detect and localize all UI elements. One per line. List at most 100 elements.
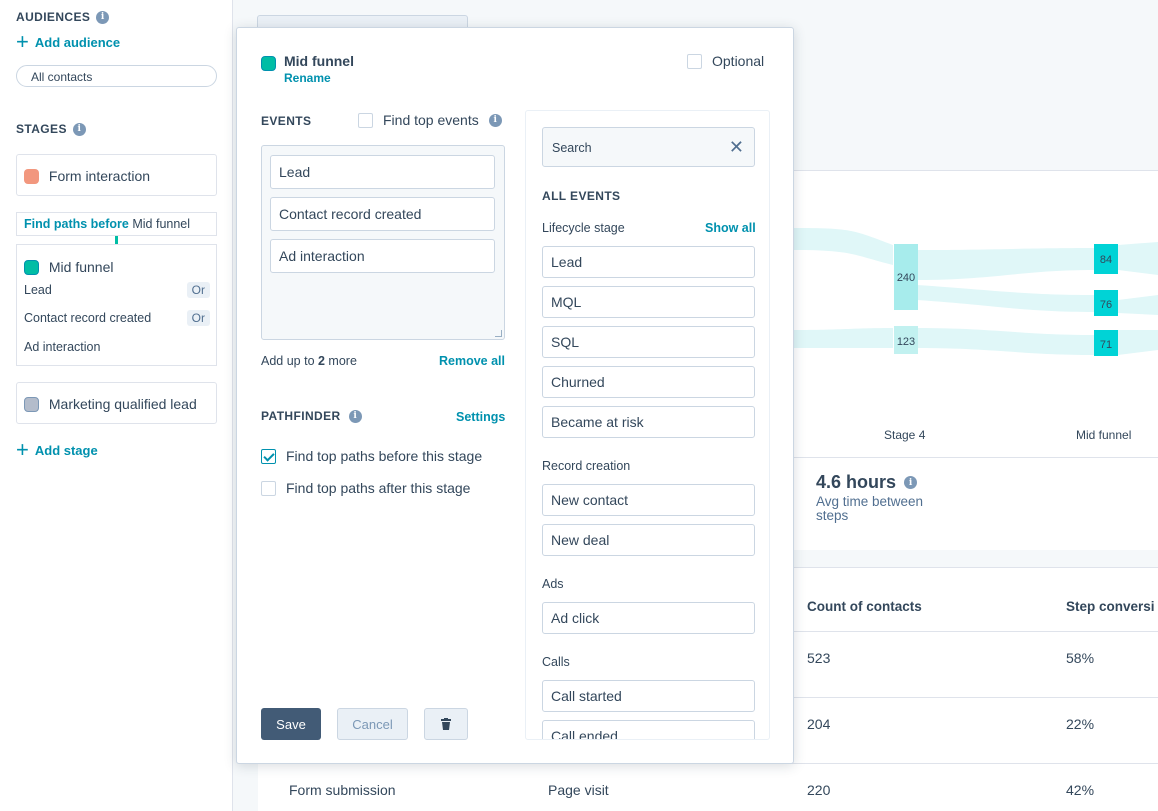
selected-event-chip[interactable]: Contact record created [270,197,495,231]
event-option[interactable]: Churned [542,366,755,398]
find-top-events-checkbox[interactable] [358,112,373,128]
table-cell-conversion: 42% [1066,782,1095,798]
optional-toggle[interactable]: Optional [687,53,764,69]
stage-connector [115,236,118,244]
flow-value-label: 123 [897,336,915,348]
event-picker-panel: Search ✕ ALL EVENTS Lifecycle stage Show… [525,110,770,740]
table-cell-count: 204 [807,716,831,732]
flow-band [793,328,893,348]
table-cell-event: Page visit [548,782,609,798]
stage-event-row: Ad interaction [24,340,210,354]
stage-event-label: Contact record created [24,311,152,325]
selected-event-chip[interactable]: Lead [270,155,495,189]
find-top-events-toggle[interactable]: Find top events i [358,112,502,128]
add-audience-label: Add audience [34,34,121,50]
add-audience-button[interactable]: + Add audience [16,31,120,53]
funnel-flow-chart: 240 123 84 76 71 [793,228,1158,356]
category-label-ads: Ads [542,577,564,591]
info-icon[interactable]: i [904,476,918,489]
or-badge: Or [186,282,210,298]
settings-link[interactable]: Settings [456,410,505,424]
flow-band [917,328,1094,355]
optional-checkbox[interactable] [687,53,702,69]
rename-link[interactable]: Rename [284,71,331,85]
save-button[interactable]: Save [261,708,321,740]
event-option[interactable]: Call started [542,680,755,712]
stages-title: STAGES i [16,122,86,136]
audiences-title-label: AUDIENCES [16,10,91,24]
path-before-toggle[interactable]: Find top paths before this stage [261,448,482,464]
plus-icon: + [16,437,29,462]
column-header-step-conversion[interactable]: Step conversi [1066,599,1155,614]
event-option[interactable]: Became at risk [542,406,755,438]
category-label-lifecycle: Lifecycle stage [542,221,625,235]
event-option[interactable]: Lead [542,246,755,278]
selected-event-chip[interactable]: Ad interaction [270,239,495,273]
close-icon[interactable]: ✕ [729,137,744,158]
flow-value-label: 76 [1100,299,1112,311]
modal-title: Mid funnel [284,53,354,69]
flow-band [917,285,1094,312]
flow-band [1118,295,1158,315]
find-paths-link[interactable]: Find paths before [24,217,129,231]
event-option[interactable]: New contact [542,484,755,516]
path-before-label: Find top paths before this stage [286,448,483,464]
path-after-toggle[interactable]: Find top paths after this stage [261,480,470,496]
show-all-link[interactable]: Show all [705,221,756,235]
stage-event-row: Contact record created Or [24,310,210,326]
stage-label: Form interaction [48,168,151,185]
info-icon[interactable]: i [96,10,110,24]
path-after-checkbox[interactable] [261,480,276,496]
stage-event-label: Lead [24,283,52,297]
cancel-button[interactable]: Cancel [337,708,408,740]
flow-band [793,228,893,265]
event-option[interactable]: New deal [542,524,755,556]
stage-card-marketing-qualified-lead[interactable]: Marketing qualified lead [16,382,217,424]
table-cell-conversion: 58% [1066,650,1095,666]
add-up-hint: Add up to 2 more [261,354,357,368]
delete-button[interactable] [424,708,468,740]
flow-value-label: 84 [1100,254,1112,266]
add-stage-button[interactable]: + Add stage [16,439,98,461]
flow-band [1118,242,1158,275]
add-up-suffix: more [324,354,357,368]
stage-color-swatch [24,259,39,275]
selected-events-area[interactable]: Lead Contact record created Ad interacti… [261,145,505,340]
stages-sidebar: AUDIENCES i + Add audience All contacts … [0,0,233,811]
flow-value-label: 71 [1100,339,1112,351]
find-paths-before[interactable]: Find paths before Mid funnel [16,212,217,236]
audience-pill[interactable]: All contacts [16,65,217,87]
event-option[interactable]: Call ended [542,720,755,739]
stage-card-mid-funnel[interactable]: Mid funnel Lead Or Contact record create… [16,244,217,366]
event-option[interactable]: Ad click [542,602,755,634]
resize-handle-icon[interactable] [495,330,502,337]
flow-value-label: 240 [897,272,915,284]
trash-icon [441,718,451,730]
path-before-checkbox[interactable] [261,448,276,464]
column-header-count[interactable]: Count of contacts [807,599,922,614]
table-cell-conversion: 22% [1066,716,1095,732]
search-input[interactable]: Search ✕ [542,127,755,167]
stage-card-form-interaction[interactable]: Form interaction [16,154,217,196]
stage-event-label: Ad interaction [24,340,101,354]
add-stage-label: Add stage [34,442,98,458]
category-label-record-creation: Record creation [542,459,631,473]
stage-event-row: Lead Or [24,282,210,298]
chart-stage-label: Mid funnel [1076,428,1132,442]
info-icon[interactable]: i [72,122,86,136]
table-cell-event: Form submission [289,782,396,798]
event-option[interactable]: MQL [542,286,755,318]
event-option[interactable]: SQL [542,326,755,358]
pathfinder-title-label: PATHFINDER [261,409,341,423]
stage-color-swatch[interactable] [261,56,276,71]
metric-label: Avg time between steps [816,494,924,523]
pathfinder-title: PATHFINDER i [261,409,362,423]
audiences-title: AUDIENCES i [16,10,110,24]
chart-stage-label: Stage 4 [884,428,926,442]
remove-all-link[interactable]: Remove all [439,354,505,368]
info-icon[interactable]: i [488,113,502,127]
plus-icon: + [16,29,29,54]
info-icon[interactable]: i [348,409,362,423]
add-up-prefix: Add up to [261,354,318,368]
stage-color-swatch [24,396,39,412]
